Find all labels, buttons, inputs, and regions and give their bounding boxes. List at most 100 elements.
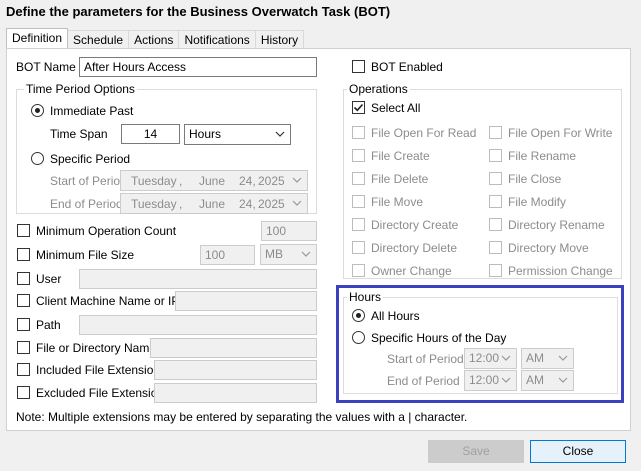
tab-actions[interactable]: Actions bbox=[128, 30, 180, 48]
hours-end-time-value: 12:00 bbox=[469, 373, 500, 387]
min-file-size-unit-select[interactable]: MB bbox=[260, 244, 317, 265]
bot-enabled-label: BOT Enabled bbox=[371, 60, 443, 74]
op-file-delete-label: File Delete bbox=[371, 172, 429, 186]
hours-start-ampm-select[interactable]: AM bbox=[521, 348, 574, 369]
specific-hours-radio[interactable] bbox=[352, 331, 365, 344]
hours-start-time-select[interactable]: 12:00 bbox=[464, 348, 517, 369]
path-checkbox[interactable] bbox=[17, 318, 30, 331]
op-file-move-label: File Move bbox=[371, 195, 424, 209]
hours-end-ampm-select[interactable]: AM bbox=[521, 370, 574, 391]
all-hours-radio[interactable] bbox=[352, 309, 365, 322]
op-file-open-write-checkbox[interactable] bbox=[489, 126, 502, 139]
radio-selected-dot bbox=[356, 313, 361, 318]
excluded-ext-label: Excluded File Extensions bbox=[36, 386, 171, 400]
file-dir-name-input[interactable] bbox=[150, 338, 317, 358]
specific-hours-label: Specific Hours of the Day bbox=[371, 331, 507, 345]
op-dir-create-label: Directory Create bbox=[371, 218, 459, 232]
op-dir-rename-checkbox[interactable] bbox=[489, 218, 502, 231]
op-file-modify-checkbox[interactable] bbox=[489, 195, 502, 208]
definition-panel: BOT Name After Hours Access BOT Enabled … bbox=[6, 48, 631, 431]
extensions-note: Note: Multiple extensions may be entered… bbox=[16, 410, 468, 424]
user-input[interactable] bbox=[79, 269, 317, 289]
op-file-create-label: File Create bbox=[371, 149, 430, 163]
client-machine-input[interactable] bbox=[175, 291, 317, 311]
hours-start-time-value: 12:00 bbox=[469, 351, 500, 365]
immediate-past-radio[interactable] bbox=[31, 104, 44, 117]
op-file-move-checkbox[interactable] bbox=[352, 195, 365, 208]
file-dir-name-label: File or Directory Name bbox=[36, 341, 157, 355]
included-ext-input[interactable] bbox=[154, 360, 317, 380]
chevron-down-icon bbox=[501, 355, 511, 361]
tab-notifications[interactable]: Notifications bbox=[178, 30, 256, 48]
specific-period-label: Specific Period bbox=[50, 152, 131, 166]
bot-name-label: BOT Name bbox=[16, 60, 76, 74]
bot-enabled-checkbox[interactable] bbox=[352, 60, 365, 73]
hours-start-label: Start of Period bbox=[387, 352, 464, 366]
file-dir-name-checkbox[interactable] bbox=[17, 341, 30, 354]
tab-schedule[interactable]: Schedule bbox=[67, 30, 130, 48]
tab-history[interactable]: History bbox=[254, 30, 305, 48]
hours-end-label: End of Period bbox=[387, 374, 460, 388]
path-input[interactable] bbox=[79, 315, 317, 335]
user-checkbox[interactable] bbox=[17, 272, 30, 285]
time-span-label: Time Span bbox=[50, 127, 108, 141]
op-file-open-read-label: File Open For Read bbox=[371, 126, 477, 140]
time-span-unit-value: Hours bbox=[189, 127, 222, 141]
op-permission-change-label: Permission Change bbox=[508, 264, 613, 278]
save-button[interactable]: Save bbox=[428, 440, 524, 463]
close-button[interactable]: Close bbox=[530, 440, 626, 463]
op-file-rename-checkbox[interactable] bbox=[489, 149, 502, 162]
included-ext-checkbox[interactable] bbox=[17, 363, 30, 376]
chevron-down-icon bbox=[275, 131, 285, 137]
hours-start-ampm-value: AM bbox=[526, 351, 544, 365]
checkmark-icon bbox=[353, 103, 364, 112]
start-date-month: June bbox=[199, 174, 226, 188]
chevron-down-icon bbox=[292, 200, 302, 206]
op-file-create-checkbox[interactable] bbox=[352, 149, 365, 162]
op-dir-move-label: Directory Move bbox=[508, 241, 589, 255]
chevron-down-icon bbox=[501, 377, 511, 383]
client-machine-checkbox[interactable] bbox=[17, 294, 30, 307]
op-file-delete-checkbox[interactable] bbox=[352, 172, 365, 185]
end-of-period-label: End of Period bbox=[50, 197, 123, 211]
window-title: Define the parameters for the Business O… bbox=[6, 4, 391, 19]
min-file-size-checkbox[interactable] bbox=[17, 248, 30, 261]
start-of-period-label: Start of Period bbox=[50, 174, 127, 188]
included-ext-label: Included File Extensions bbox=[36, 363, 167, 377]
op-file-modify-label: File Modify bbox=[508, 195, 567, 209]
min-op-count-checkbox[interactable] bbox=[17, 224, 30, 237]
hours-end-time-select[interactable]: 12:00 bbox=[464, 370, 517, 391]
excluded-ext-checkbox[interactable] bbox=[17, 386, 30, 399]
end-date-day: 24, bbox=[239, 197, 256, 211]
op-file-close-label: File Close bbox=[508, 172, 562, 186]
op-dir-move-checkbox[interactable] bbox=[489, 241, 502, 254]
min-op-count-label: Minimum Operation Count bbox=[36, 224, 177, 238]
excluded-ext-input[interactable] bbox=[154, 383, 317, 403]
bot-name-input[interactable]: After Hours Access bbox=[79, 57, 317, 77]
op-dir-create-checkbox[interactable] bbox=[352, 218, 365, 231]
time-span-unit-select[interactable]: Hours bbox=[184, 124, 291, 145]
op-permission-change-checkbox[interactable] bbox=[489, 264, 502, 277]
end-date-weekday: Tuesday bbox=[131, 197, 177, 211]
op-file-close-checkbox[interactable] bbox=[489, 172, 502, 185]
radio-selected-dot bbox=[35, 108, 40, 113]
chevron-down-icon bbox=[558, 355, 568, 361]
op-file-open-write-label: File Open For Write bbox=[508, 126, 613, 140]
specific-period-radio[interactable] bbox=[31, 152, 44, 165]
tab-definition[interactable]: Definition bbox=[6, 28, 69, 48]
end-date-year: 2025 bbox=[258, 197, 285, 211]
start-date-picker[interactable]: Tuesday , June 24, 2025 bbox=[120, 170, 308, 191]
end-date-sep: , bbox=[179, 197, 183, 211]
time-span-input[interactable]: 14 bbox=[121, 124, 180, 144]
end-date-picker[interactable]: Tuesday , June 24, 2025 bbox=[120, 193, 308, 214]
op-owner-change-checkbox[interactable] bbox=[352, 264, 365, 277]
end-date-month: June bbox=[199, 197, 226, 211]
select-all-label: Select All bbox=[371, 101, 421, 115]
select-all-checkbox[interactable] bbox=[352, 101, 365, 114]
client-machine-label: Client Machine Name or IP bbox=[36, 294, 180, 308]
min-op-count-input[interactable]: 100 bbox=[261, 221, 317, 241]
op-dir-delete-checkbox[interactable] bbox=[352, 241, 365, 254]
op-file-open-read-checkbox[interactable] bbox=[352, 126, 365, 139]
min-file-size-input[interactable]: 100 bbox=[200, 245, 255, 265]
min-file-size-label: Minimum File Size bbox=[36, 248, 135, 262]
